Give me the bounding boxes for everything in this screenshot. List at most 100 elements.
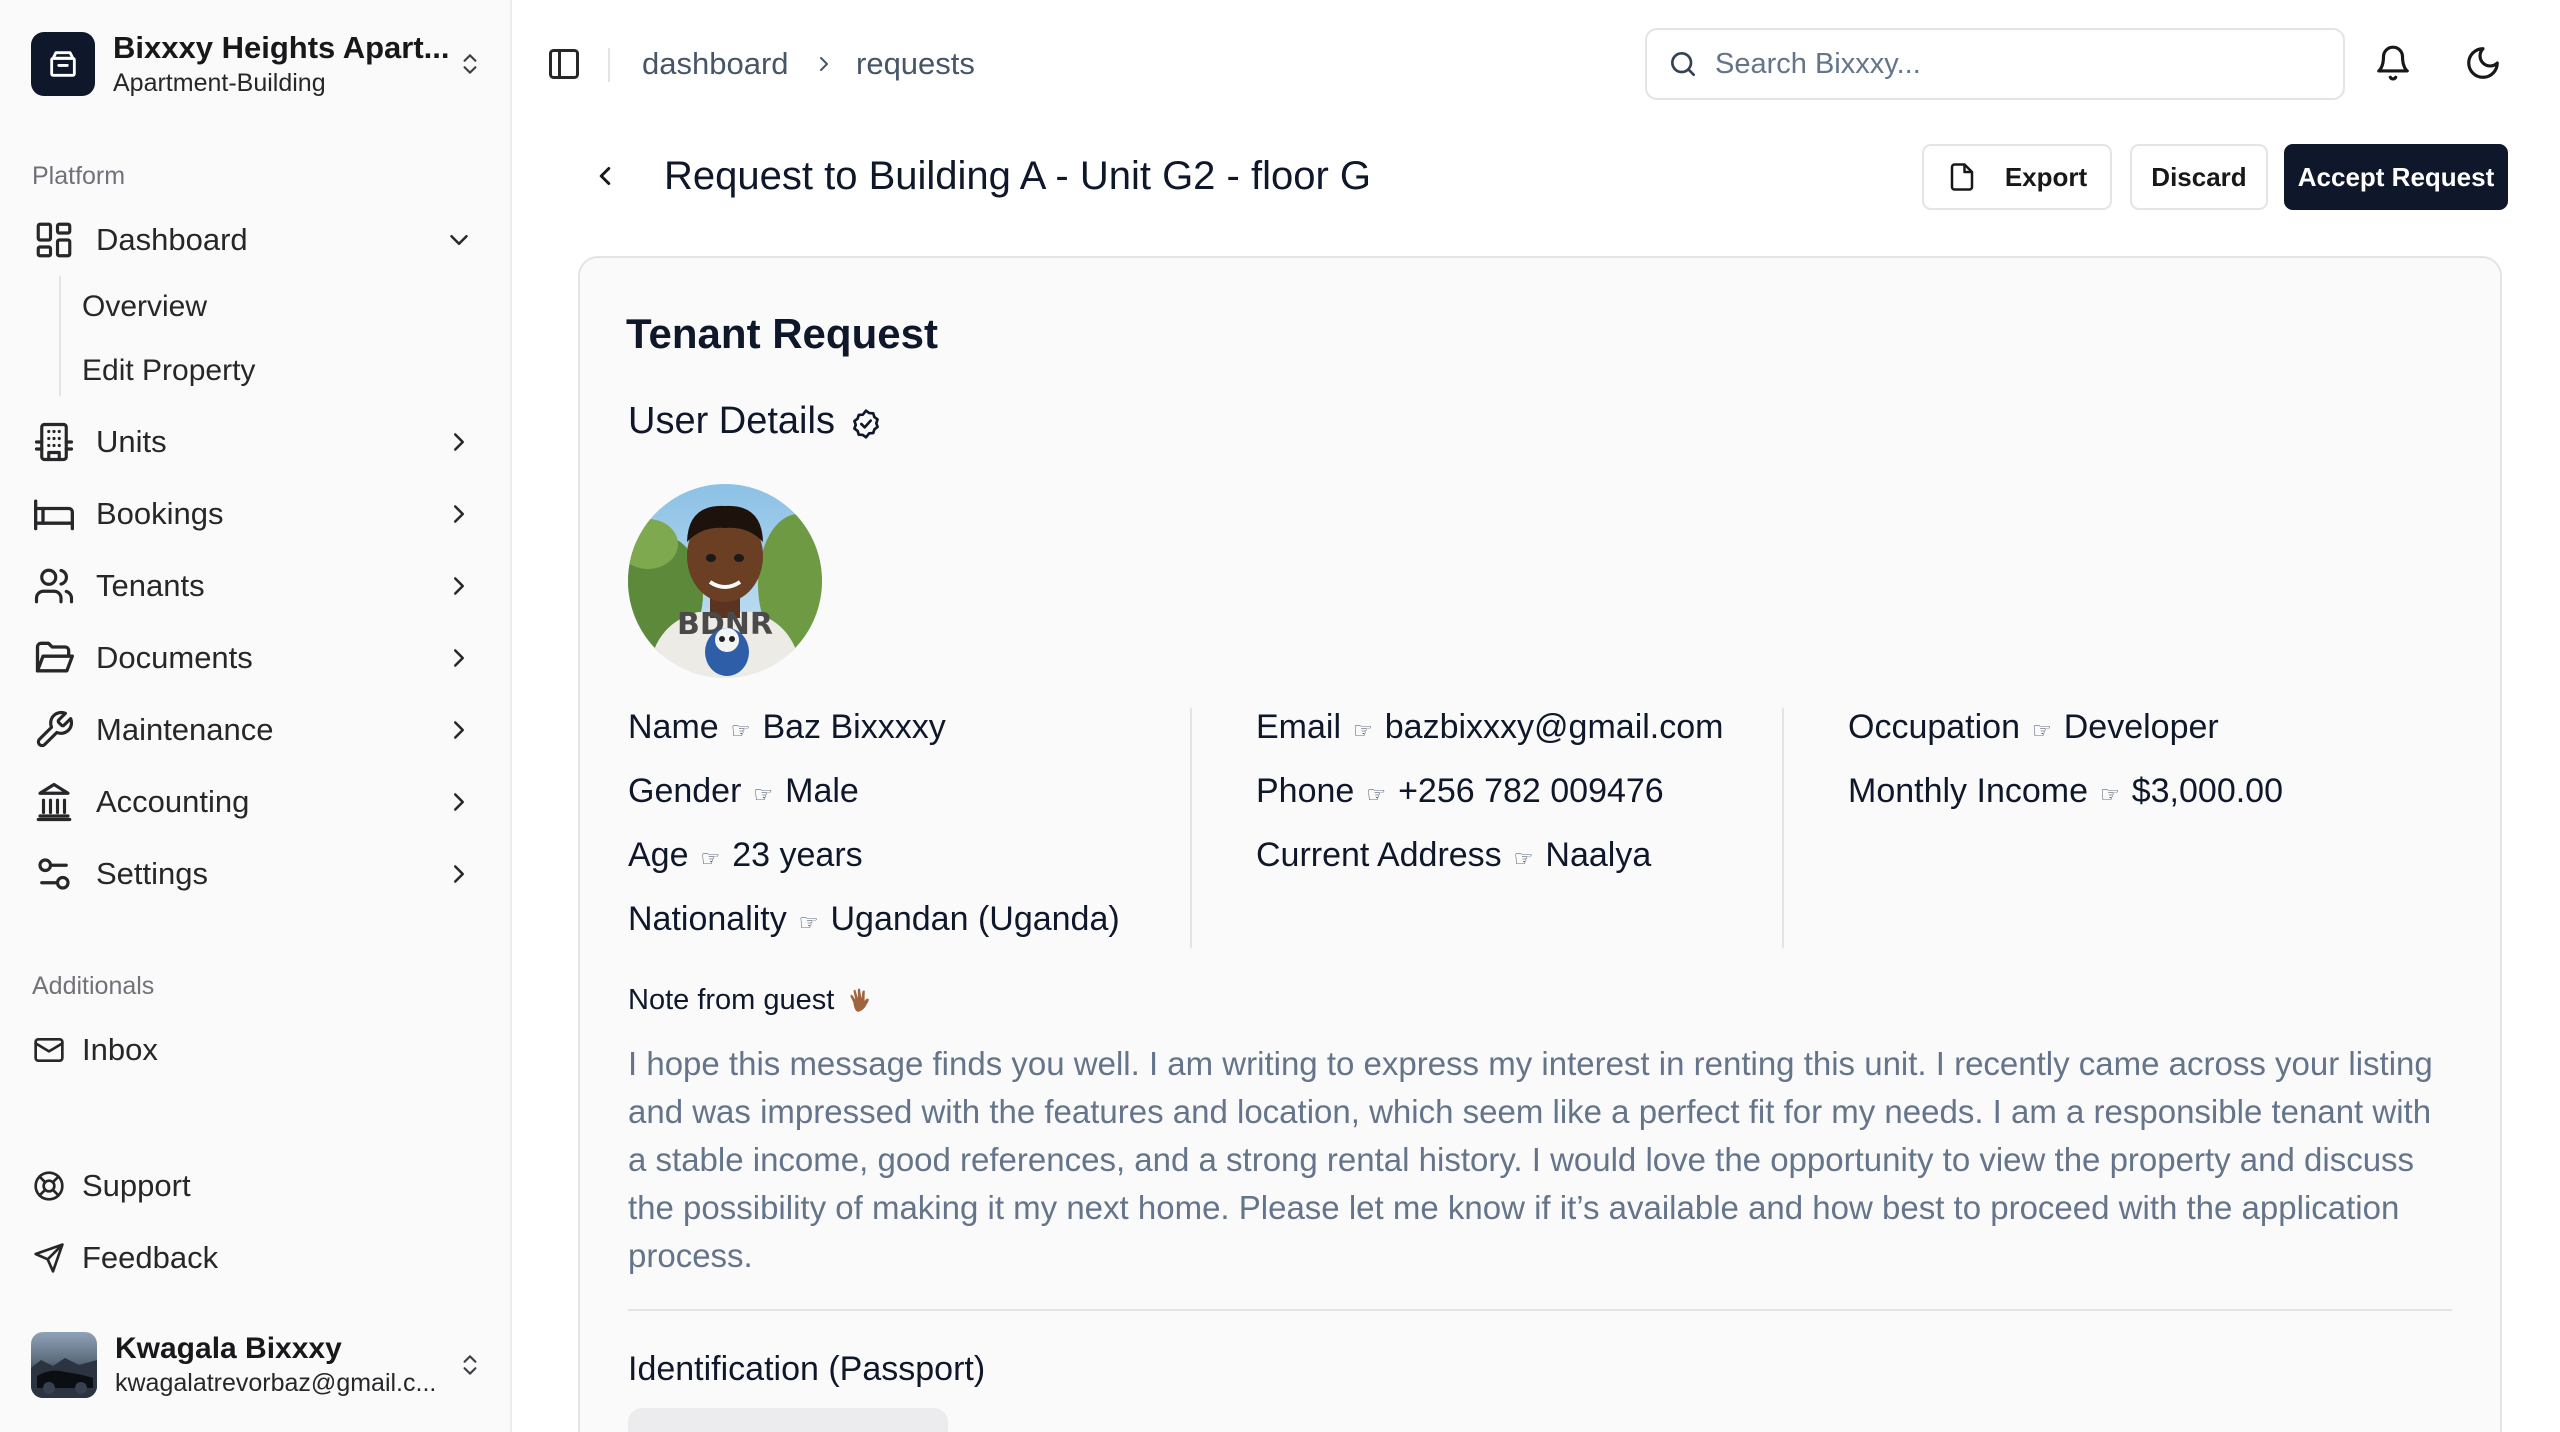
sidebar-subitem-edit-property[interactable]: Edit Property <box>82 354 255 388</box>
sidebar-item-label: Dashboard <box>96 222 248 257</box>
user-name: Kwagala Bixxxy <box>115 1332 342 1365</box>
detail-current-address: Current Address ☞ Naalya <box>1256 836 1724 900</box>
detail-gender: Gender ☞ Male <box>628 772 1120 836</box>
detail-key: Nationality <box>628 900 787 938</box>
sidebar-item-inbox[interactable]: Inbox <box>32 1022 482 1078</box>
sidebar-item-label: Support <box>82 1168 191 1203</box>
user-details-title: User Details <box>628 400 835 442</box>
detail-value: Developer <box>2063 708 2219 746</box>
sidebar-item-label: Settings <box>96 856 209 891</box>
detail-value: Ugandan (Uganda) <box>830 900 1120 938</box>
hand-pointer-icon: ☞ <box>700 846 721 871</box>
org-switcher[interactable]: Bixxxy Heights Apart... Apartment-Buildi… <box>31 30 483 97</box>
user-avatar <box>31 1332 97 1398</box>
user-email: kwagalatrevorbaz@gmail.c... <box>115 1369 437 1397</box>
detail-value: Baz Bixxxxy <box>762 708 946 746</box>
sidebar-item-label: Accounting <box>96 784 250 819</box>
details-column-personal: Name ☞ Baz Bixxxxy Gender ☞ Male Age ☞ 23 year… <box>628 708 1120 964</box>
building-logo-icon <box>31 32 95 96</box>
passport-image-placeholder <box>628 1408 948 1432</box>
sidebar-item-dashboard[interactable]: Dashboard <box>32 212 482 268</box>
accept-request-button[interactable]: Accept Request <box>2284 144 2508 210</box>
moon-icon[interactable] <box>2464 44 2502 82</box>
chevron-down-icon <box>450 235 468 245</box>
sidebar-item-label: Documents <box>96 640 253 675</box>
file-icon <box>1950 163 1974 191</box>
chevron-right-icon <box>454 505 464 523</box>
send-icon <box>32 1241 66 1275</box>
export-label: Export <box>2004 161 2088 192</box>
back-chevron-icon[interactable] <box>590 160 620 192</box>
bell-icon[interactable] <box>2374 44 2412 82</box>
detail-key: Phone <box>1256 772 1355 810</box>
detail-key: Gender <box>628 772 742 810</box>
detail-value: Naalya <box>1545 836 1652 874</box>
search-icon <box>1671 52 1695 76</box>
sidebar-item-label: Maintenance <box>96 712 274 747</box>
wrench-icon <box>32 708 76 752</box>
hand-pointer-icon: ☞ <box>753 782 774 807</box>
detail-value: Male <box>785 772 859 810</box>
chevrons-up-down-icon <box>463 1355 477 1375</box>
detail-value: 23 years <box>732 836 863 874</box>
search-input[interactable]: Search Bixxxy... <box>1645 28 2345 100</box>
sidebar-item-tenants[interactable]: Tenants <box>32 558 482 614</box>
sidebar-toggle-icon[interactable] <box>546 46 582 82</box>
detail-occupation: Occupation ☞ Developer <box>1848 708 2283 772</box>
org-name: Bixxxy Heights Apart... <box>113 30 450 65</box>
breadcrumb-requests: requests <box>856 46 975 81</box>
hand-pointer-icon: ☞ <box>2100 782 2120 807</box>
search-placeholder: Search Bixxxy... <box>1715 47 1921 80</box>
note-text: I hope this message finds you well. I am… <box>628 1045 2433 1274</box>
chevron-right-icon <box>454 433 464 451</box>
sidebar-subitem-overview[interactable]: Overview <box>82 290 207 324</box>
details-column-contact: Email ☞ bazbixxxy@gmail.com Phone ☞ +256 782… <box>1256 708 1724 900</box>
hand-pointer-icon: ☞ <box>798 910 819 935</box>
identification-title: Identification (Passport) <box>628 1350 986 1388</box>
detail-email: Email ☞ bazbixxxy@gmail.com <box>1256 708 1724 772</box>
breadcrumb-chevron-icon <box>820 57 828 71</box>
detail-value: +256 782 009476 <box>1398 772 1664 810</box>
hand-pointer-icon: ☞ <box>730 718 751 743</box>
sidebar-item-label: Feedback <box>82 1240 219 1275</box>
sidebar-item-maintenance[interactable]: Maintenance <box>32 702 482 758</box>
details-column-income: Occupation ☞ Developer Monthly Income ☞ $3,0… <box>1848 708 2283 836</box>
detail-key: Monthly Income <box>1848 772 2088 810</box>
layout-dashboard-icon <box>32 218 76 262</box>
sidebar-item-bookings[interactable]: Bookings <box>32 486 482 542</box>
accept-request-label: Accept Request <box>2297 161 2495 192</box>
additionals-section-label: Additionals <box>32 972 155 1000</box>
badge-check-icon <box>853 409 879 439</box>
settings-sliders-icon <box>32 852 76 896</box>
sidebar-item-accounting[interactable]: Accounting <box>32 774 482 830</box>
bed-icon <box>32 492 76 536</box>
chevron-right-icon <box>454 865 464 883</box>
card-title: Tenant Request <box>626 310 938 357</box>
submenu-guide-line <box>59 276 61 396</box>
mail-icon <box>32 1033 66 1067</box>
discard-label: Discard <box>2151 161 2247 192</box>
sidebar-item-settings[interactable]: Settings <box>32 846 482 902</box>
detail-phone: Phone ☞ +256 782 009476 <box>1256 772 1724 836</box>
sidebar-item-support[interactable]: Support <box>32 1158 482 1214</box>
org-type: Apartment-Building <box>113 69 326 97</box>
export-button[interactable]: Export <box>1922 144 2112 210</box>
page-title: Request to Building A - Unit G2 - floor … <box>664 154 1372 198</box>
detail-key: Email <box>1256 708 1342 746</box>
breadcrumb-dashboard[interactable]: dashboard <box>642 46 789 82</box>
user-menu[interactable]: Kwagala Bixxxy kwagalatrevorbaz@gmail.c.… <box>31 1330 483 1400</box>
sidebar-item-documents[interactable]: Documents <box>32 630 482 686</box>
sidebar-item-feedback[interactable]: Feedback <box>32 1230 482 1286</box>
folder-open-icon <box>32 636 76 680</box>
detail-value: bazbixxxy@gmail.com <box>1384 708 1724 746</box>
sidebar-item-label: Inbox <box>82 1032 158 1067</box>
sidebar-item-label: Tenants <box>96 568 205 603</box>
hand-pointer-icon: ☞ <box>1366 782 1387 807</box>
sidebar-item-label: Bookings <box>96 496 224 531</box>
sidebar-item-units[interactable]: Units <box>32 414 482 470</box>
detail-key: Current Address <box>1256 836 1502 874</box>
users-icon <box>32 564 76 608</box>
bank-icon <box>32 780 76 824</box>
discard-button[interactable]: Discard <box>2130 144 2268 210</box>
life-buoy-icon <box>32 1169 66 1203</box>
